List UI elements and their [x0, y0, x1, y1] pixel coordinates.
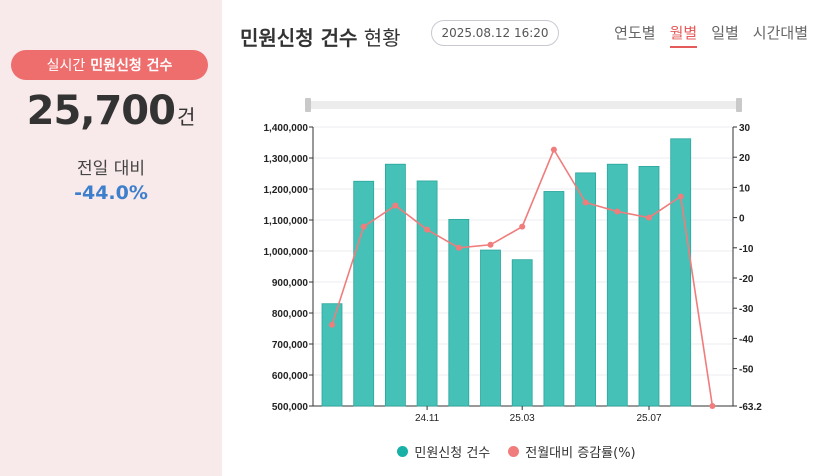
- y-left-tick-label: 1,400,000: [264, 123, 309, 134]
- legend-bar-label: 민원신청 건수: [414, 446, 491, 461]
- monthly-chart: 500,000 600,000 700,000 800,000 900,000 1,000…: [264, 123, 763, 424]
- y-right-tick-label: -40: [739, 334, 754, 345]
- growth-rate-point: [360, 223, 367, 230]
- growth-rate-point: [677, 193, 684, 200]
- x-tick-label: 24.11: [415, 413, 440, 424]
- growth-rate-point: [519, 223, 526, 230]
- growth-rate-point: [614, 208, 621, 215]
- chart-bar: [416, 180, 438, 407]
- legend-line-label: 전월대비 증감률(%): [525, 446, 636, 461]
- y-left-tick-label: 1,100,000: [264, 216, 309, 227]
- chart-bar: [543, 191, 565, 407]
- chart-bar: [511, 259, 533, 407]
- growth-rate-point: [455, 244, 462, 251]
- y-left-tick-label: 600,000: [272, 371, 309, 382]
- growth-rate-point: [487, 241, 494, 248]
- y-right-tick-label: -20: [739, 274, 754, 285]
- chart-legend: 민원신청 건수 전월대비 증감률(%): [0, 442, 823, 461]
- chart-bar: [638, 165, 660, 407]
- y-left-tick-label: 800,000: [272, 309, 309, 320]
- y-left-tick-label: 1,200,000: [264, 185, 309, 196]
- y-right-tick-label: 10: [739, 183, 751, 194]
- chart-bar: [606, 163, 628, 407]
- y-right-tick-label: -50: [739, 365, 754, 376]
- y-left-tick-label: 700,000: [272, 340, 309, 351]
- x-tick-label: 25.03: [510, 413, 535, 424]
- y-right-tick-label: 30: [739, 123, 751, 134]
- chart-bar: [670, 138, 692, 407]
- growth-rate-point: [424, 226, 431, 233]
- chart-bar: [321, 303, 343, 407]
- growth-rate-point: [582, 199, 589, 206]
- y-right-tick-label: -10: [739, 244, 754, 255]
- chart-bar: [575, 172, 596, 407]
- growth-rate-point: [709, 403, 716, 409]
- legend-item-bar[interactable]: 민원신청 건수: [397, 442, 490, 461]
- chart-bar: [480, 249, 501, 407]
- y-right-tick-label: 0: [739, 214, 745, 225]
- y-left-tick-label: 900,000: [272, 278, 309, 289]
- growth-rate-point: [646, 214, 652, 221]
- growth-rate-point: [550, 146, 557, 153]
- legend-line-swatch: [508, 446, 520, 457]
- y-left-tick-label: 1,000,000: [264, 247, 309, 258]
- chart-bar: [353, 180, 375, 407]
- legend-item-line[interactable]: 전월대비 증감률(%): [508, 442, 636, 461]
- x-tick-label: 25.07: [636, 413, 661, 424]
- chart-bar: [384, 163, 406, 407]
- y-right-tick-label: -30: [739, 304, 754, 315]
- legend-bar-swatch: [397, 446, 409, 457]
- y-right-tick-label: -63.2: [739, 402, 762, 413]
- y-right-tick-label: 20: [739, 153, 751, 164]
- growth-rate-point: [392, 202, 399, 209]
- y-left-tick-label: 500,000: [272, 402, 309, 413]
- y-left-tick-label: 1,300,000: [264, 154, 309, 165]
- growth-rate-point: [329, 321, 335, 328]
